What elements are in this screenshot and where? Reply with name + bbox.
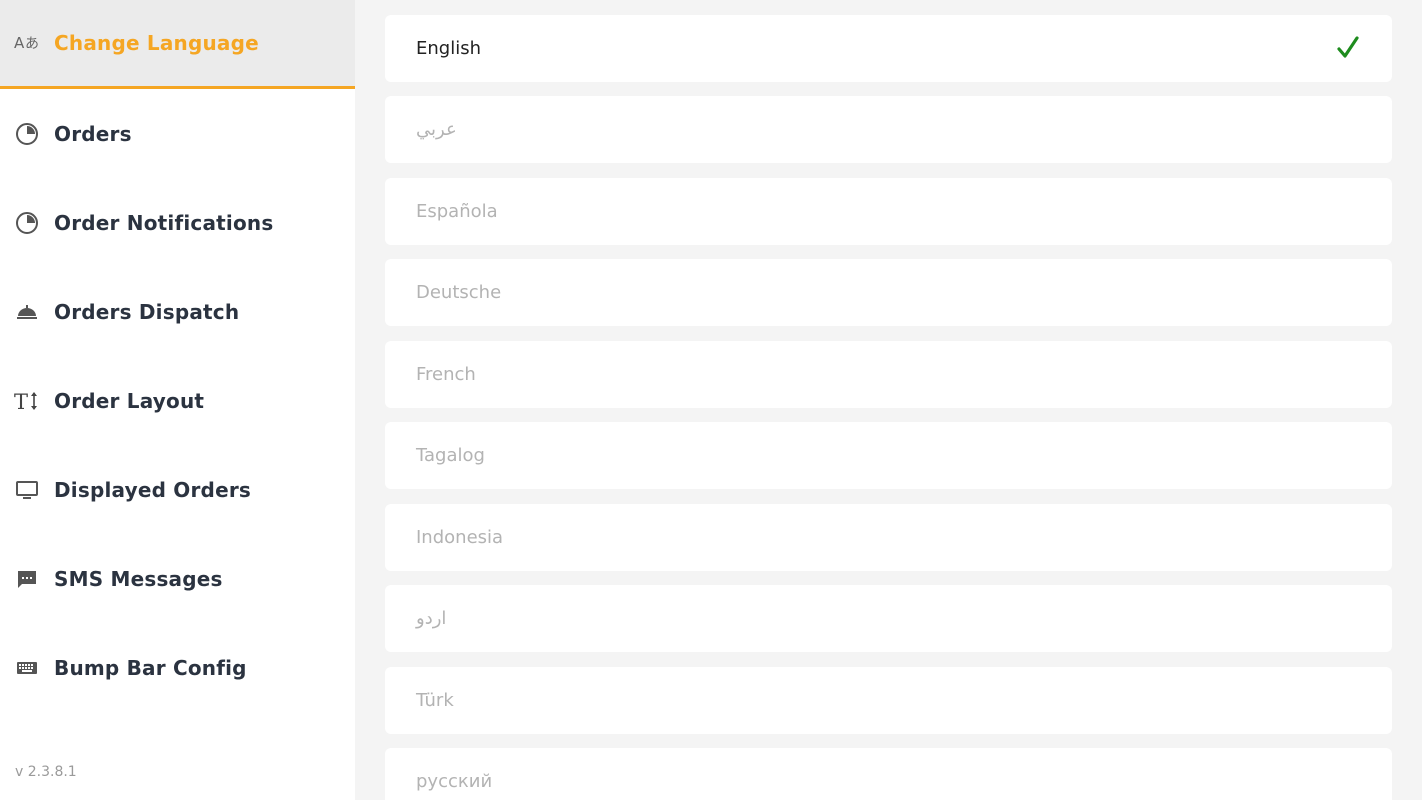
sidebar-item-bump-bar-config[interactable]: Bump Bar Config: [0, 623, 355, 712]
sidebar: A あ Change Language Orders Order Notific…: [0, 0, 355, 800]
sidebar-item-label: SMS Messages: [54, 566, 223, 591]
room-service-icon: [14, 299, 40, 325]
language-option-urdu[interactable]: اردو: [385, 585, 1392, 652]
svg-text:あ: あ: [25, 36, 39, 52]
language-option-french[interactable]: French: [385, 341, 1392, 408]
sidebar-item-label: Displayed Orders: [54, 477, 252, 502]
keyboard-icon: [14, 655, 40, 681]
message-icon: [14, 566, 40, 592]
language-option-turkish[interactable]: Türk: [385, 667, 1392, 734]
sidebar-item-label: Bump Bar Config: [54, 655, 247, 680]
language-option-indonesia[interactable]: Indonesia: [385, 504, 1392, 571]
version-label: v 2.3.8.1: [15, 764, 77, 780]
pie-chart-icon: [14, 210, 40, 236]
language-option-tagalog[interactable]: Tagalog: [385, 422, 1392, 489]
sidebar-item-order-layout[interactable]: T Order Layout: [0, 356, 355, 445]
language-label: اردو: [416, 608, 447, 629]
svg-text:T: T: [14, 390, 28, 413]
sidebar-item-label: Order Notifications: [54, 210, 274, 235]
sidebar-item-orders[interactable]: Orders: [0, 89, 355, 178]
language-option-arabic[interactable]: عربي: [385, 96, 1392, 163]
language-label: French: [416, 364, 476, 385]
sidebar-item-label: Order Layout: [54, 388, 205, 413]
language-list: English عربي Española Deutsche French Ta…: [355, 0, 1422, 800]
language-label: Tagalog: [416, 445, 485, 466]
language-label: Indonesia: [416, 527, 504, 548]
language-option-english[interactable]: English: [385, 15, 1392, 82]
pie-chart-icon: [14, 121, 40, 147]
sidebar-item-sms-messages[interactable]: SMS Messages: [0, 534, 355, 623]
language-label: English: [416, 38, 481, 59]
sidebar-item-change-language[interactable]: A あ Change Language: [0, 0, 355, 89]
monitor-icon: [14, 477, 40, 503]
language-label: Española: [416, 201, 498, 222]
language-label: Türk: [416, 690, 454, 711]
sidebar-item-label: Change Language: [54, 31, 259, 55]
sidebar-item-orders-dispatch[interactable]: Orders Dispatch: [0, 267, 355, 356]
language-label: русский: [416, 771, 493, 792]
sidebar-item-displayed-orders[interactable]: Displayed Orders: [0, 445, 355, 534]
language-option-russian[interactable]: русский: [385, 748, 1392, 800]
translate-icon: A あ: [14, 30, 40, 56]
checkmark-icon: [1336, 35, 1360, 61]
sidebar-item-order-notifications[interactable]: Order Notifications: [0, 178, 355, 267]
svg-text:A: A: [14, 34, 25, 52]
language-label: عربي: [416, 119, 457, 140]
language-label: Deutsche: [416, 282, 502, 303]
text-height-icon: T: [14, 388, 40, 414]
sidebar-item-label: Orders Dispatch: [54, 299, 240, 324]
sidebar-item-label: Orders: [54, 121, 132, 146]
language-option-spanish[interactable]: Española: [385, 178, 1392, 245]
language-option-german[interactable]: Deutsche: [385, 259, 1392, 326]
